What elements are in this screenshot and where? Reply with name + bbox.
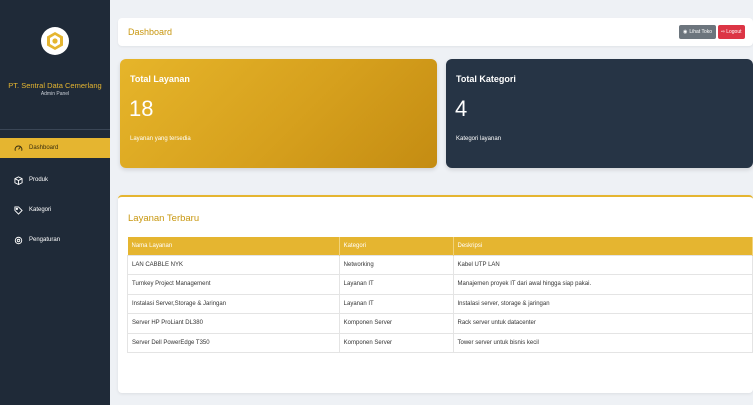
total-categories-card: Total Kategori 4 Kategori layanan: [446, 59, 753, 168]
cell-description: Rack server untuk datacenter: [452, 313, 753, 334]
table-row: Server HP ProLiant DL380 Komponen Server…: [127, 313, 753, 334]
sidebar-item-label: Pengaturan: [29, 237, 61, 243]
table-row: Instalasi Server,Storage & Jaringan Laya…: [127, 293, 753, 314]
cell-description: Instalasi server, storage & jaringan: [452, 293, 753, 314]
brand-subtitle: Admin Panel: [40, 91, 70, 97]
sidebar-item-dashboard[interactable]: Dashboard: [0, 138, 110, 158]
column-header-category: Kategori: [339, 237, 454, 255]
cell-description: Kabel UTP LAN: [452, 254, 753, 275]
sidebar-item-label: Produk: [29, 177, 49, 183]
logout-icon: ⇨: [721, 29, 726, 35]
eye-icon: ◉: [683, 29, 688, 35]
table-row: LAN CABBLE NYK Networking Kabel UTP LAN: [127, 254, 753, 275]
cell-service-name: Server HP ProLiant DL380: [127, 313, 340, 334]
cell-category: Komponen Server: [338, 313, 454, 334]
sidebar: PT. Sentral Data Cemerlang Admin Panel D…: [0, 0, 110, 405]
sidebar-item-kategori[interactable]: Kategori: [0, 200, 110, 220]
sidebar-item-pengaturan[interactable]: Pengaturan: [0, 230, 110, 250]
cell-service-name: LAN CABBLE NYK: [127, 254, 340, 275]
stat-title: Total Kategori: [456, 74, 516, 84]
cell-category: Networking: [338, 254, 454, 275]
cell-description: Manajemen proyek IT dari awal hingga sia…: [452, 274, 753, 295]
table-row: Turnkey Project Management Layanan IT Ma…: [127, 274, 753, 295]
sidebar-item-label: Dashboard: [29, 145, 59, 151]
hexagon-logo-icon: [41, 27, 69, 55]
table-row: Server Dell PowerEdge T350 Komponen Serv…: [127, 332, 753, 353]
gear-icon: [13, 235, 23, 245]
speedometer-icon: [13, 143, 23, 153]
sidebar-divider: [0, 129, 110, 130]
table-header-row: Nama Layanan Kategori Deskripsi: [127, 237, 753, 255]
stat-value: 4: [455, 96, 468, 121]
stat-title: Total Layanan: [130, 74, 190, 84]
view-store-button[interactable]: ◉ Lihat Toko: [679, 25, 717, 39]
cell-service-name: Turnkey Project Management: [127, 274, 340, 295]
section-title: Layanan Terbaru: [128, 213, 200, 224]
top-header: Dashboard ◉ Lihat Toko ⇨ Logout: [118, 18, 753, 46]
stat-value: 18: [129, 96, 154, 121]
sidebar-item-label: Kategori: [29, 207, 52, 213]
logout-button[interactable]: ⇨ Logout: [718, 25, 745, 39]
column-header-name: Nama Layanan: [127, 237, 340, 255]
cell-category: Layanan IT: [338, 274, 454, 295]
box-icon: [13, 175, 23, 185]
page-title: Dashboard: [128, 27, 173, 37]
stat-description: Kategori layanan: [456, 136, 502, 142]
cell-service-name: Instalasi Server,Storage & Jaringan: [127, 293, 340, 314]
brand-name: PT. Sentral Data Cemerlang: [8, 81, 102, 90]
cell-service-name: Server Dell PowerEdge T350: [127, 332, 340, 353]
column-header-description: Deskripsi: [453, 237, 753, 255]
sidebar-item-produk[interactable]: Produk: [0, 170, 110, 190]
stat-description: Layanan yang tersedia: [130, 136, 191, 142]
cell-category: Komponen Server: [338, 332, 454, 353]
cell-description: Tower server untuk bisnis kecil: [452, 332, 753, 353]
recent-services-card: Layanan Terbaru Nama Layanan Kategori De…: [118, 195, 753, 393]
cell-category: Layanan IT: [338, 293, 454, 314]
tag-icon: [13, 205, 23, 215]
total-services-card: Total Layanan 18 Layanan yang tersedia: [120, 59, 437, 168]
recent-services-table: Nama Layanan Kategori Deskripsi LAN CABB…: [127, 237, 753, 353]
